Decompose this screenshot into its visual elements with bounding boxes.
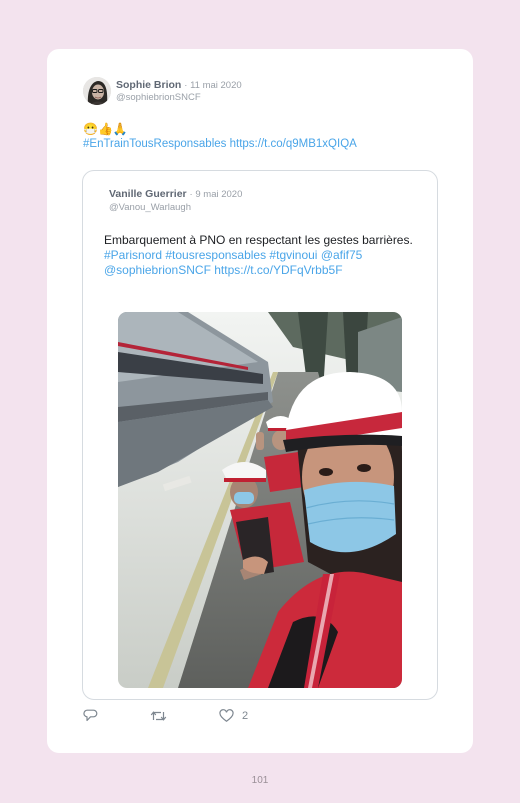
- tweet-author-line: Sophie Brion · 11 mai 2020: [116, 79, 242, 91]
- reply-button[interactable]: [83, 709, 98, 723]
- author-name[interactable]: Sophie Brion: [116, 79, 181, 91]
- author-avatar[interactable]: [83, 77, 111, 105]
- heart-icon: [219, 709, 234, 723]
- quoted-tweet[interactable]: Vanille Guerrier · 9 mai 2020 @Vanou_War…: [82, 170, 438, 700]
- hashtag-link[interactable]: #EnTrainTousResponsables: [83, 138, 226, 150]
- tweet-url-link[interactable]: https://t.co/q9MB1xQIQA: [230, 138, 357, 150]
- tweet-date[interactable]: 11 mai 2020: [190, 80, 242, 91]
- quoted-url-link[interactable]: https://t.co/YDFqVrbb5F: [214, 263, 342, 277]
- quoted-author-name[interactable]: Vanille Guerrier: [109, 188, 187, 200]
- author-handle[interactable]: @sophiebrionSNCF: [116, 92, 201, 103]
- tweet-emojis: 😷👍🙏: [83, 122, 128, 136]
- tweet-text: #EnTrainTousResponsables https://t.co/q9…: [83, 138, 357, 150]
- retweet-button[interactable]: [150, 709, 167, 723]
- tweet-card: Sophie Brion · 11 mai 2020 @sophiebrionS…: [47, 49, 473, 753]
- quoted-date[interactable]: 9 mai 2020: [195, 189, 242, 200]
- quoted-handle[interactable]: @Vanou_Warlaugh: [109, 202, 191, 213]
- retweet-icon: [150, 709, 167, 723]
- like-count: 2: [242, 710, 249, 722]
- like-button[interactable]: 2: [219, 709, 248, 723]
- reply-icon: [83, 709, 98, 723]
- quoted-hashtags[interactable]: #Parisnord #tousresponsables #tgvinoui: [104, 248, 317, 262]
- quoted-photo[interactable]: [118, 312, 402, 688]
- page-number: 101: [251, 775, 269, 786]
- quoted-text: Embarquement à PNO en respectant les ges…: [104, 233, 414, 278]
- quoted-body: Embarquement à PNO en respectant les ges…: [104, 233, 413, 247]
- quoted-author-line: Vanille Guerrier · 9 mai 2020: [109, 188, 242, 200]
